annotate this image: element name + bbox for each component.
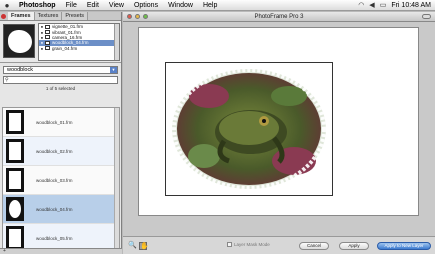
frame-label: woodblock_03.frm <box>36 177 73 183</box>
frame-label: woodblock_02.frm <box>36 148 73 154</box>
frame-thumbnail <box>6 197 24 221</box>
close-icon[interactable] <box>1 14 6 19</box>
menu-edit[interactable]: Edit <box>82 0 104 11</box>
framed-photo[interactable] <box>165 62 333 196</box>
minimize-window-icon[interactable] <box>135 14 140 19</box>
cancel-button[interactable]: Cancel <box>299 242 329 250</box>
menu-clock[interactable]: Fri 10:48 AM <box>391 2 431 9</box>
frame-thumbnail <box>6 168 24 192</box>
frame-thumbnail <box>6 226 24 248</box>
layer-label: grain_04.frm <box>52 45 78 51</box>
frame-label: woodblock_05.frm <box>36 235 73 241</box>
menu-file[interactable]: File <box>61 0 82 11</box>
close-window-icon[interactable] <box>127 14 132 19</box>
window-titlebar[interactable]: PhotoFrame Pro 3 <box>123 12 435 22</box>
menu-app[interactable]: Photoshop <box>14 0 61 11</box>
volume-icon[interactable]: ◀ <box>369 1 374 9</box>
frame-thumbnail <box>6 110 24 134</box>
battery-icon[interactable]: ▭ <box>380 1 387 9</box>
preview-canvas[interactable] <box>138 27 419 216</box>
toolbar-toggle-icon[interactable] <box>422 14 431 19</box>
apply-button[interactable]: Apply <box>339 242 369 250</box>
list-item[interactable]: woodblock_05.frm <box>3 224 119 248</box>
zoom-window-icon[interactable] <box>143 14 148 19</box>
frames-palette: Frames Textures Presets ● vignette_01.fr… <box>0 12 122 254</box>
selection-count: 1 of 5 selected <box>45 86 76 91</box>
category-select[interactable]: woodblock ▼ <box>3 66 118 74</box>
list-item-selected[interactable]: woodblock_04.frm <box>3 195 119 224</box>
frame-preview-thumbnail <box>3 24 35 58</box>
frame-layer-list: ● vignette_01.frm ● vibrant_01.frm ● cam… <box>38 23 120 61</box>
bottom-toolbar: 🔍 ✋ Layer Mask Mode Cancel Apply Apply t… <box>123 236 435 254</box>
wifi-icon[interactable]: ◠ <box>358 1 364 9</box>
photoframe-window: PhotoFrame Pro 3 🔍 ✋ Layer Mask Mode Can… <box>123 12 435 254</box>
menu-window[interactable]: Window <box>163 0 198 11</box>
menu-options[interactable]: Options <box>129 0 163 11</box>
menu-view[interactable]: View <box>104 0 129 11</box>
menu-help[interactable]: Help <box>198 0 222 11</box>
list-item[interactable]: woodblock_03.frm <box>3 166 119 195</box>
frame-label: woodblock_04.frm <box>36 206 73 212</box>
apply-to-new-layer-button[interactable]: Apply to New Layer <box>377 242 431 250</box>
layer-mask-mode-checkbox[interactable] <box>227 242 232 247</box>
zoom-tool-icon[interactable]: 🔍 <box>128 242 137 250</box>
thumbnail-scrollbar[interactable] <box>114 108 119 248</box>
hand-tool-icon[interactable]: ✋ <box>139 242 149 250</box>
layer-label: vibrant_01.frm <box>52 29 81 35</box>
layer-mask-mode[interactable]: Layer Mask Mode <box>227 242 270 247</box>
tab-frames[interactable]: Frames <box>8 12 35 20</box>
window-controls <box>127 14 148 19</box>
layer-label: woodblock_04.frm <box>52 40 89 46</box>
search-icon: ⚲ <box>5 77 9 83</box>
layer-label: camera_16.frm <box>52 34 83 40</box>
menu-bar: ● Photoshop File Edit View Options Windo… <box>0 0 435 11</box>
layer-list-scrollbar[interactable] <box>114 24 119 60</box>
frame-preview-area: ● vignette_01.frm ● vibrant_01.frm ● cam… <box>0 21 121 63</box>
palette-footer: + <box>0 248 122 254</box>
layer-mask-mode-label: Layer Mask Mode <box>234 242 270 247</box>
window-title: PhotoFrame Pro 3 <box>254 13 304 20</box>
list-item[interactable]: woodblock_02.frm <box>3 137 119 166</box>
frame-label: woodblock_01.frm <box>36 119 73 125</box>
layer-row[interactable]: ● grain_04.frm <box>39 46 119 51</box>
apple-menu-icon[interactable]: ● <box>0 1 14 10</box>
search-input[interactable]: ⚲ <box>3 76 118 84</box>
chevron-down-icon: ▼ <box>110 67 117 73</box>
tab-presets[interactable]: Presets <box>62 12 89 20</box>
layer-label: vignette_01.frm <box>52 24 84 30</box>
category-value: woodblock <box>7 67 33 73</box>
list-item[interactable]: woodblock_01.frm <box>3 108 119 137</box>
frame-thumbnail <box>6 139 24 163</box>
frame-thumbnail-list: woodblock_01.frm woodblock_02.frm woodbl… <box>2 107 120 249</box>
add-icon[interactable]: + <box>3 248 6 254</box>
selection-box[interactable] <box>165 62 333 196</box>
tab-textures[interactable]: Textures <box>34 12 63 20</box>
palette-tabs: Frames Textures Presets <box>0 12 121 21</box>
